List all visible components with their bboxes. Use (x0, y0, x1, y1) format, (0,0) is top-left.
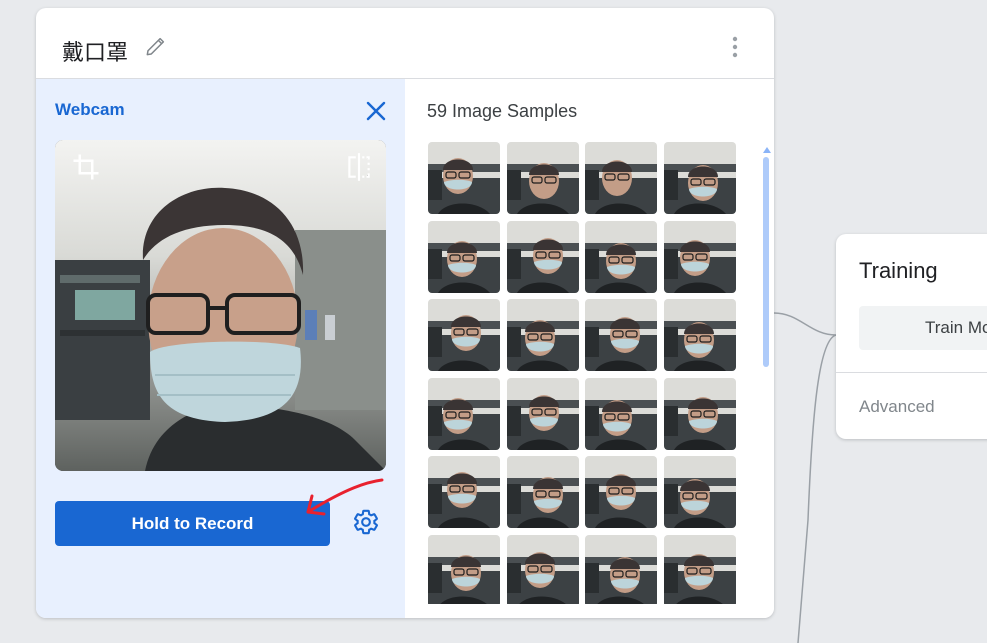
edit-icon[interactable] (143, 33, 169, 59)
class-name[interactable]: 戴口罩 (62, 35, 128, 67)
card-header: 戴口罩 (36, 8, 774, 79)
hold-to-record-button[interactable]: Hold to Record (55, 501, 330, 546)
close-icon[interactable] (364, 99, 388, 123)
advanced-toggle[interactable]: Advanced (859, 397, 935, 417)
image-sample-thumbnail[interactable] (585, 377, 657, 450)
image-sample-thumbnail[interactable] (585, 142, 657, 214)
scroll-up-arrow[interactable] (763, 147, 771, 153)
image-sample-thumbnail[interactable] (428, 220, 500, 293)
image-sample-thumbnail[interactable] (663, 142, 736, 214)
more-vert-icon[interactable] (724, 35, 746, 59)
image-sample-thumbnail[interactable] (506, 456, 579, 528)
training-title: Training (859, 258, 938, 283)
image-sample-thumbnail[interactable] (663, 299, 736, 371)
training-card: Training Train Model Advanced (836, 234, 987, 439)
image-sample-thumbnail[interactable] (585, 299, 657, 371)
image-sample-thumbnail[interactable] (663, 456, 736, 528)
flip-icon[interactable] (346, 152, 372, 182)
webcam-preview (55, 140, 386, 471)
image-sample-thumbnail[interactable] (506, 377, 579, 450)
samples-grid (428, 142, 738, 604)
image-sample-thumbnail[interactable] (585, 534, 657, 604)
image-sample-thumbnail[interactable] (428, 534, 500, 604)
image-sample-thumbnail[interactable] (428, 142, 500, 214)
crop-icon[interactable] (71, 152, 101, 182)
image-sample-thumbnail[interactable] (585, 220, 657, 293)
train-model-button[interactable]: Train Model (859, 306, 987, 350)
scrollbar-thumb[interactable] (763, 157, 769, 367)
image-sample-thumbnail[interactable] (663, 377, 736, 450)
samples-title: 59 Image Samples (427, 101, 578, 121)
class-card: 戴口罩 Webcam Hold to Record 59 Image Sampl… (36, 8, 774, 618)
image-sample-thumbnail[interactable] (428, 456, 500, 528)
scrollbar[interactable] (761, 147, 771, 617)
webcam-panel: Webcam Hold to Record (36, 79, 405, 618)
image-sample-thumbnail[interactable] (506, 299, 579, 371)
divider (836, 372, 987, 373)
image-sample-thumbnail[interactable] (506, 142, 579, 214)
image-sample-thumbnail[interactable] (428, 299, 500, 371)
image-sample-thumbnail[interactable] (506, 220, 579, 293)
webcam-image (55, 140, 386, 471)
image-sample-thumbnail[interactable] (663, 534, 736, 604)
image-sample-thumbnail[interactable] (585, 456, 657, 528)
image-sample-thumbnail[interactable] (428, 377, 500, 450)
annotation-arrow (306, 478, 384, 516)
image-sample-thumbnail[interactable] (663, 220, 736, 293)
samples-panel: 59 Image Samples (405, 79, 774, 618)
image-sample-thumbnail[interactable] (506, 534, 579, 604)
webcam-title: Webcam (55, 100, 125, 119)
